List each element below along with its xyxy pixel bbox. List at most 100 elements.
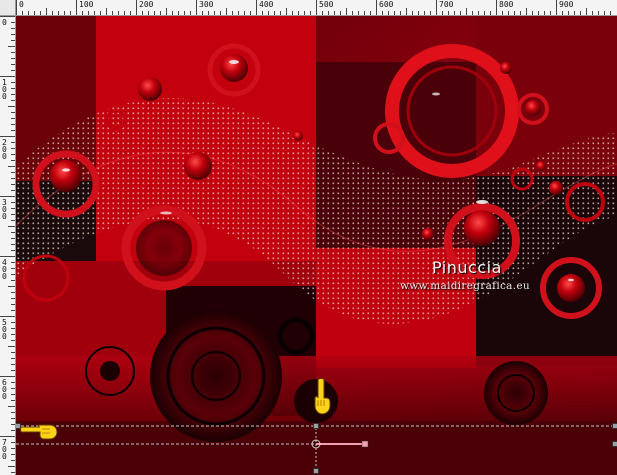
- ruler-minor-tick: [11, 424, 15, 425]
- ruler-minor-tick: [520, 11, 521, 15]
- ruler-minor-tick: [11, 100, 15, 101]
- ruler-minor-tick: [11, 244, 15, 245]
- ruler-minor-tick: [454, 11, 455, 15]
- ruler-minor-tick: [424, 11, 425, 15]
- ruler-minor-tick: [11, 298, 15, 299]
- ruler-minor-tick: [11, 274, 15, 275]
- ruler-major-tick: [376, 0, 377, 15]
- ruler-minor-tick: [568, 11, 569, 15]
- vertical-ruler[interactable]: 0 100 200 300 400 500 600 700: [0, 16, 16, 475]
- ruler-minor-tick: [448, 11, 449, 15]
- ruler-minor-tick: [82, 11, 83, 15]
- ruler-minor-tick: [592, 11, 593, 15]
- ruler-major-tick: [256, 0, 257, 15]
- ruler-major-tick: [436, 0, 437, 15]
- ruler-minor-tick: [11, 382, 15, 383]
- ruler-minor-tick: [412, 11, 413, 15]
- ruler-label: 0: [19, 0, 24, 9]
- ruler-minor-tick: [352, 11, 353, 15]
- ruler-minor-tick: [28, 11, 29, 15]
- ruler-minor-tick: [40, 11, 41, 15]
- ruler-minor-tick: [586, 8, 587, 15]
- ruler-minor-tick: [11, 328, 15, 329]
- ruler-minor-tick: [11, 358, 15, 359]
- ruler-minor-tick: [11, 130, 15, 131]
- ruler-minor-tick: [334, 11, 335, 15]
- ruler-minor-tick: [406, 8, 407, 15]
- ruler-minor-tick: [394, 11, 395, 15]
- ruler-minor-tick: [172, 11, 173, 15]
- ruler-minor-tick: [11, 40, 15, 41]
- ruler-minor-tick: [11, 118, 15, 119]
- ruler-label: 700: [439, 0, 454, 9]
- ruler-minor-tick: [466, 8, 467, 15]
- ruler-major-tick: [0, 16, 15, 17]
- ruler-minor-tick: [11, 142, 15, 143]
- ruler-label: 400: [2, 258, 7, 281]
- ruler-minor-tick: [11, 412, 15, 413]
- ruler-minor-tick: [364, 11, 365, 15]
- pointing-hand-down-icon: [314, 378, 331, 415]
- ruler-minor-tick: [11, 58, 15, 59]
- ruler-minor-tick: [52, 11, 53, 15]
- ruler-label: 600: [379, 0, 394, 9]
- ruler-minor-tick: [280, 11, 281, 15]
- ruler-minor-tick: [100, 11, 101, 15]
- ruler-minor-tick: [262, 11, 263, 15]
- ruler-minor-tick: [11, 34, 15, 35]
- selection-handle-middle-right[interactable]: [612, 441, 617, 447]
- ruler-minor-tick: [382, 11, 383, 15]
- ruler-label: 0: [2, 18, 7, 27]
- ruler-major-tick: [0, 196, 15, 197]
- watermark-url: www.maidiregrafica.eu: [400, 280, 530, 292]
- ruler-minor-tick: [11, 448, 15, 449]
- ruler-major-tick: [16, 0, 17, 15]
- ruler-minor-tick: [328, 11, 329, 15]
- ruler-label: 300: [2, 198, 7, 221]
- ruler-label: 200: [139, 0, 154, 9]
- ruler-major-tick: [136, 0, 137, 15]
- ruler-minor-tick: [532, 11, 533, 15]
- ruler-minor-tick: [11, 28, 15, 29]
- selection-handle-bottom-middle[interactable]: [313, 468, 319, 474]
- selection-handle-top-right[interactable]: [612, 423, 617, 429]
- ruler-minor-tick: [166, 8, 167, 15]
- ruler-minor-tick: [112, 11, 113, 15]
- ruler-minor-tick: [220, 11, 221, 15]
- ruler-minor-tick: [11, 292, 15, 293]
- ruler-minor-tick: [11, 70, 15, 71]
- ruler-minor-tick: [178, 11, 179, 15]
- ruler-minor-tick: [598, 11, 599, 15]
- ruler-minor-tick: [214, 11, 215, 15]
- ruler-minor-tick: [244, 11, 245, 15]
- watermark-name: Pinuccia: [432, 258, 502, 277]
- horizontal-ruler[interactable]: 0 100 200 300 400 500 600 700 800 900: [0, 0, 617, 16]
- ruler-label: 600: [2, 378, 7, 401]
- ruler-minor-tick: [11, 124, 15, 125]
- ruler-minor-tick: [550, 11, 551, 15]
- selection-handle-top-middle[interactable]: [313, 423, 319, 429]
- ruler-major-tick: [76, 0, 77, 15]
- ruler-minor-tick: [11, 190, 15, 191]
- ruler-minor-tick: [11, 268, 15, 269]
- ruler-label: 100: [2, 78, 7, 101]
- ruler-major-tick: [0, 256, 15, 257]
- ruler-minor-tick: [11, 304, 15, 305]
- ruler-minor-tick: [11, 238, 15, 239]
- ruler-major-tick: [556, 0, 557, 15]
- ruler-minor-tick: [11, 364, 15, 365]
- ruler-minor-tick: [11, 310, 15, 311]
- ruler-minor-tick: [190, 11, 191, 15]
- ruler-minor-tick: [154, 11, 155, 15]
- ruler-minor-tick: [11, 148, 15, 149]
- ruler-minor-tick: [11, 64, 15, 65]
- image-canvas[interactable]: Pinuccia www.maidiregrafica.eu: [16, 16, 617, 475]
- ruler-minor-tick: [118, 11, 119, 15]
- ruler-minor-tick: [298, 11, 299, 15]
- ruler-minor-tick: [22, 11, 23, 15]
- ruler-minor-tick: [484, 11, 485, 15]
- ruler-minor-tick: [358, 11, 359, 15]
- ruler-minor-tick: [544, 11, 545, 15]
- ruler-corner: [0, 0, 16, 16]
- ruler-minor-tick: [418, 11, 419, 15]
